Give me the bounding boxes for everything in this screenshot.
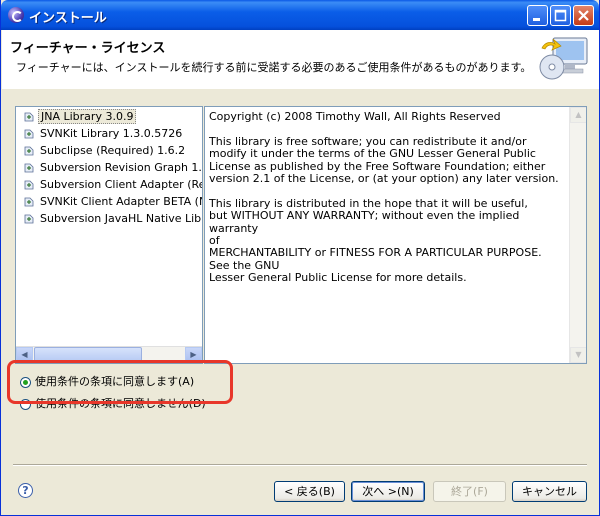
- eclipse-icon: [8, 7, 24, 23]
- install-computer-cd-icon: [539, 37, 588, 80]
- close-icon: [578, 10, 589, 21]
- plugin-icon: [24, 112, 34, 122]
- feature-item[interactable]: SVNKit Client Adapter BETA (N: [18, 194, 203, 211]
- plugin-icon: [24, 163, 34, 173]
- license-text-area[interactable]: Copyright (c) 2008 Timothy Wall, All Rig…: [204, 106, 587, 364]
- feature-item[interactable]: Subclipse (Required) 1.6.2: [18, 143, 202, 160]
- feature-items: JNA Library 3.0.9 SVNKit Library 1.3.0.57…: [18, 109, 203, 228]
- maximize-icon: [554, 9, 567, 22]
- feature-item[interactable]: Subversion Revision Graph 1.0.7: [18, 160, 203, 177]
- plugin-icon: [24, 146, 34, 156]
- title-bar[interactable]: インストール: [1, 0, 599, 30]
- feature-label: JNA Library 3.0.9: [38, 109, 137, 124]
- feature-item[interactable]: Subversion Client Adapter (Req: [18, 177, 203, 194]
- feature-item[interactable]: SVNKit Library 1.3.0.5726: [18, 126, 202, 143]
- feature-label: SVNKit Client Adapter BETA (N: [40, 195, 203, 208]
- feature-label: Subversion Revision Graph 1.0.7: [40, 161, 203, 174]
- minimize-button[interactable]: [527, 5, 548, 26]
- page-title: フィーチャー・ライセンス: [10, 41, 166, 56]
- scroll-down-button[interactable]: ▼: [570, 347, 586, 363]
- finish-button[interactable]: 終了(F): [433, 481, 506, 502]
- plugin-icon: [24, 129, 34, 139]
- feature-label: Subversion Client Adapter (Req: [40, 178, 203, 191]
- feature-label: Subclipse (Required) 1.6.2: [40, 144, 186, 157]
- minimize-icon: [533, 18, 540, 21]
- close-button[interactable]: [573, 5, 594, 26]
- back-button[interactable]: < 戻る(B): [274, 481, 345, 502]
- feature-label: SVNKit Library 1.3.0.5726: [40, 127, 183, 140]
- license-vscrollbar[interactable]: ▲ ▼: [569, 107, 586, 363]
- feature-label: Subversion JavaHL Native Libra: [40, 212, 203, 225]
- maximize-button[interactable]: [550, 5, 571, 26]
- feature-item[interactable]: Subversion JavaHL Native Libra: [18, 211, 203, 228]
- page-description: フィーチャーには、インストールを続行する前に受諾する必要のあるご使用条件があるも…: [16, 61, 532, 74]
- button-separator: [13, 464, 587, 466]
- cancel-button[interactable]: キャンセル: [512, 481, 587, 502]
- plugin-icon: [24, 180, 34, 190]
- plugin-icon: [24, 197, 34, 207]
- window-title: インストール: [29, 11, 107, 26]
- scroll-up-button[interactable]: ▲: [570, 107, 586, 123]
- license-text: Copyright (c) 2008 Timothy Wall, All Rig…: [209, 110, 559, 285]
- next-button[interactable]: 次へ >(N): [351, 481, 425, 502]
- plugin-icon: [24, 214, 34, 224]
- help-icon[interactable]: ?: [18, 483, 33, 498]
- install-dialog: インストール フィーチャー・ライセンス フィーチャーには、インストールを続行する…: [0, 0, 600, 516]
- accept-highlight-annotation: [7, 360, 233, 404]
- banner-divider: [2, 88, 599, 89]
- feature-list[interactable]: JNA Library 3.0.9 SVNKit Library 1.3.0.57…: [15, 106, 203, 364]
- wizard-banner: フィーチャー・ライセンス フィーチャーには、インストールを続行する前に受諾する必…: [2, 30, 599, 89]
- feature-item[interactable]: JNA Library 3.0.9: [18, 109, 202, 126]
